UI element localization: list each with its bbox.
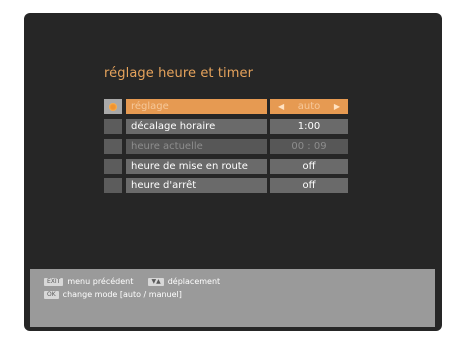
help-line-mode: OK change mode [auto / manuel] xyxy=(44,290,182,299)
menu-row-label: décalage horaire xyxy=(126,119,267,134)
menu-row-value-selector[interactable]: ◀ auto ▶ xyxy=(270,99,348,114)
menu-row-label: heure d'arrêt xyxy=(126,178,267,193)
row-selector xyxy=(104,159,122,174)
row-selector xyxy=(104,99,122,114)
arrow-right-icon[interactable]: ▶ xyxy=(334,99,340,114)
menu-row-heure-actuelle: heure actuelle 00 : 09 xyxy=(104,139,348,154)
help-line-navigation: EXIT menu précédent ▼▲ déplacement xyxy=(44,277,220,286)
ok-key-icon: OK xyxy=(44,290,59,299)
menu-row-value: auto xyxy=(297,101,321,112)
row-selector xyxy=(104,178,122,193)
up-down-key-icon: ▼▲ xyxy=(148,277,164,286)
menu-row-label: heure de mise en route xyxy=(126,159,267,174)
row-selector xyxy=(104,119,122,134)
row-selector xyxy=(104,139,122,154)
menu-row-reglage[interactable]: réglage ◀ auto ▶ xyxy=(104,99,348,114)
menu-title: réglage heure et timer xyxy=(104,66,254,81)
menu-row-decalage-horaire[interactable]: décalage horaire 1:00 xyxy=(104,119,348,134)
help-ok-text: change mode [auto / manuel] xyxy=(62,290,182,299)
menu-row-value: 1:00 xyxy=(270,119,348,134)
help-panel: EXIT menu précédent ▼▲ déplacement OK chang… xyxy=(30,269,435,327)
menu-row-value: off xyxy=(270,159,348,174)
help-back-text: menu précédent xyxy=(67,277,134,286)
menu-row-heure-arret[interactable]: heure d'arrêt off xyxy=(104,178,348,193)
tv-screen: réglage heure et timer réglage ◀ auto ▶ … xyxy=(24,13,442,331)
help-nav-text: déplacement xyxy=(167,277,221,286)
selection-dot-icon xyxy=(109,103,117,111)
exit-key-icon: EXIT xyxy=(44,277,64,286)
menu-row-label: réglage xyxy=(126,99,267,114)
menu-row-value: 00 : 09 xyxy=(270,139,348,154)
arrow-left-icon[interactable]: ◀ xyxy=(278,99,284,114)
menu-row-label: heure actuelle xyxy=(126,139,267,154)
menu-row-heure-mise-en-route[interactable]: heure de mise en route off xyxy=(104,159,348,174)
menu-row-value: off xyxy=(270,178,348,193)
